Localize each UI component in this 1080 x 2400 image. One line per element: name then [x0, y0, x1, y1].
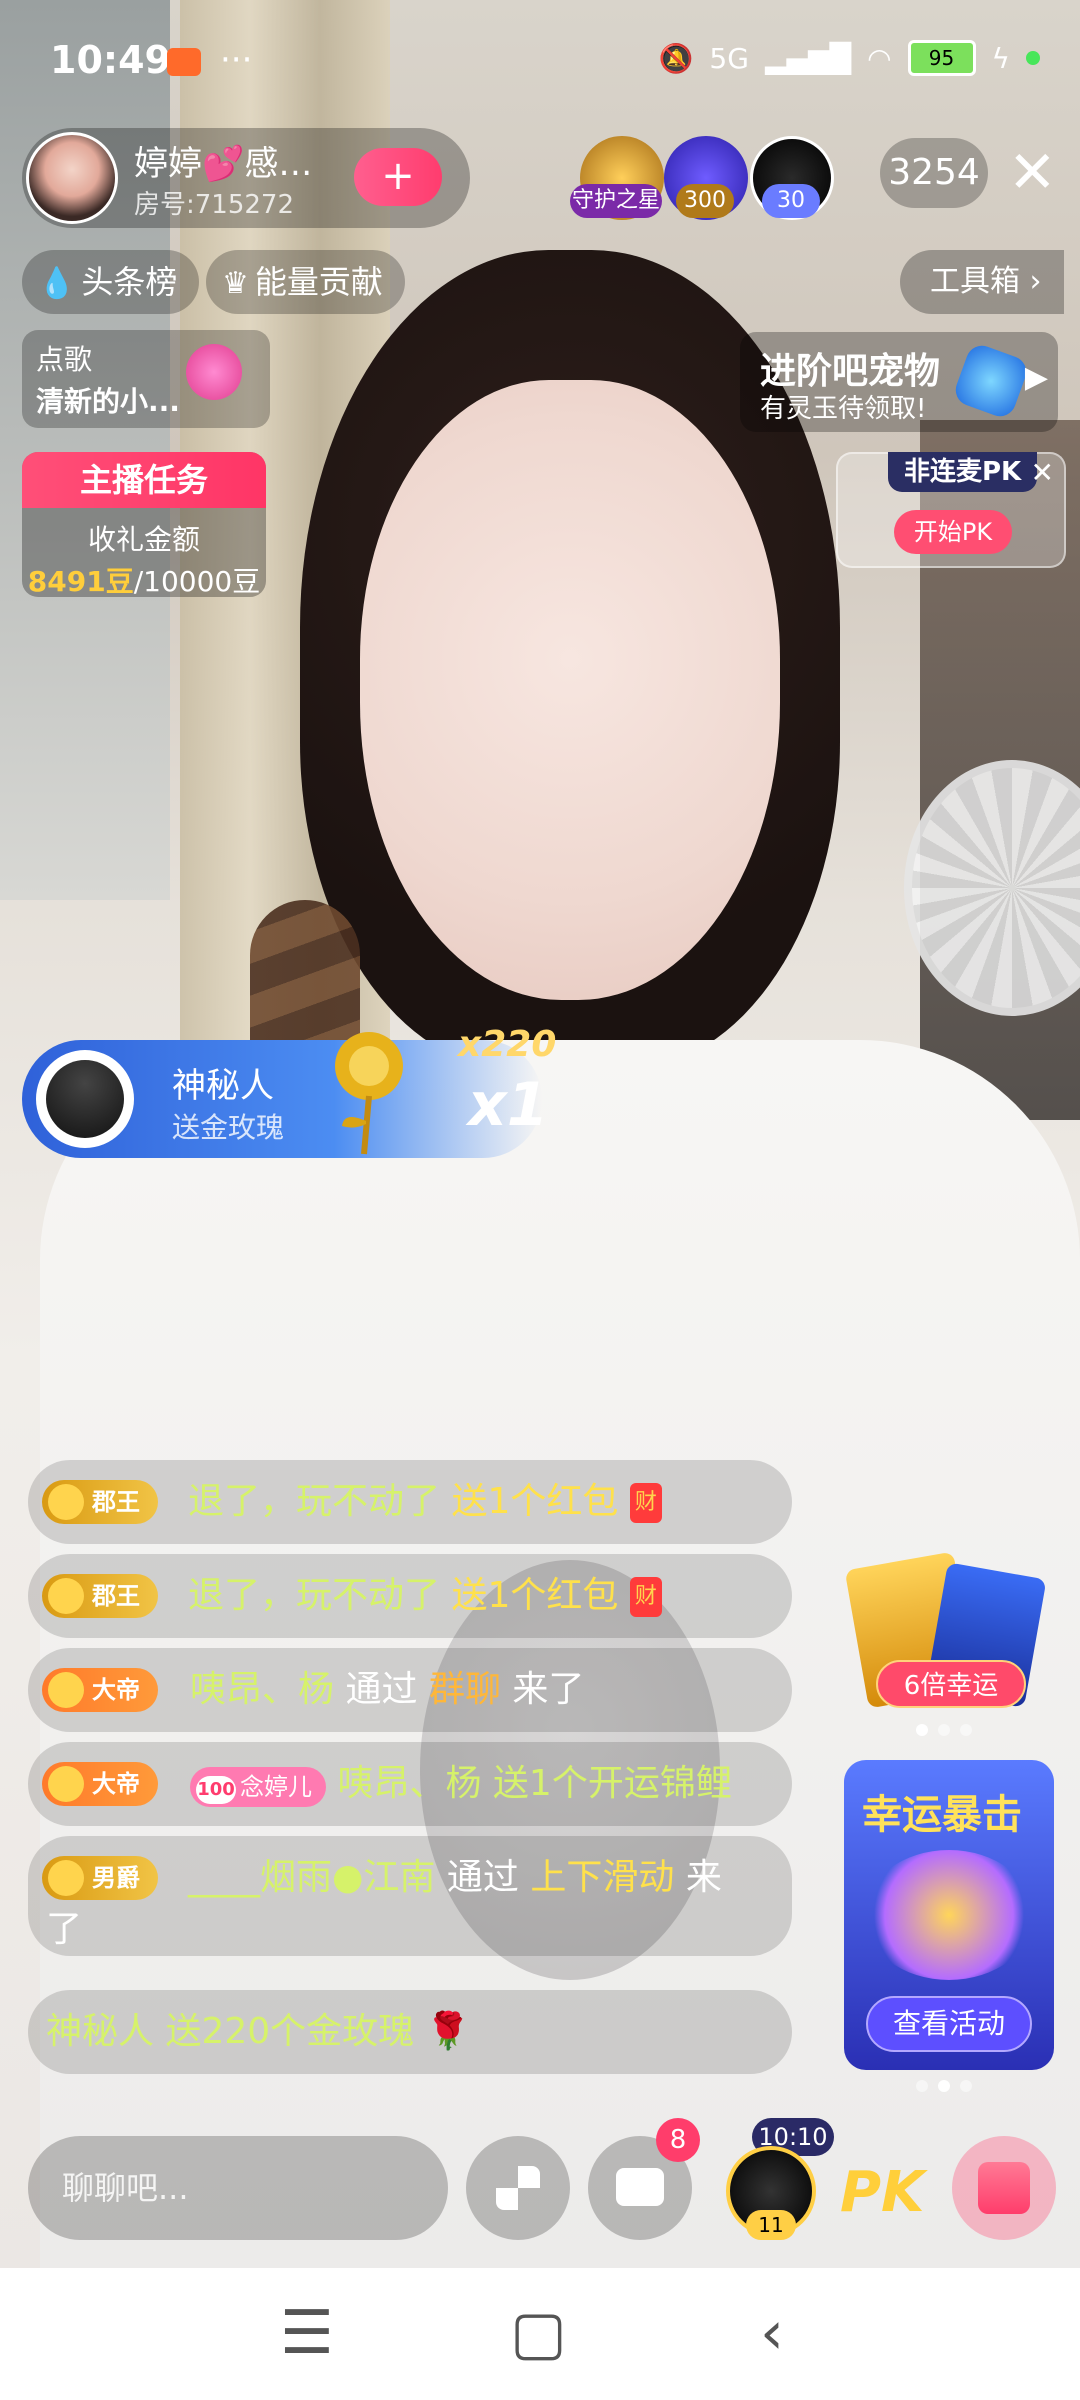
- event-promo-card[interactable]: 幸运暴击 查看活动: [844, 1760, 1054, 2070]
- rank-badge: 大帝: [42, 1668, 158, 1712]
- song-title: 清新的小...: [36, 385, 180, 418]
- back-icon[interactable]: ‹: [760, 2298, 784, 2368]
- red-packet-icon: 财: [629, 1483, 662, 1523]
- close-icon[interactable]: ✕: [1008, 142, 1057, 202]
- gold-rose-small-icon: 🌹: [425, 2011, 471, 2052]
- lucky-promo[interactable]: 6倍幸运: [844, 1551, 1056, 1710]
- host-name: 婷婷💕感…: [134, 144, 313, 184]
- event-title: 幸运暴击: [862, 1792, 1022, 1838]
- menu-icon[interactable]: ☰: [280, 2298, 334, 2368]
- status-bar: 10:49 ··· 🔕 5G ▂▄▆█ ◠ 95 ϟ: [0, 0, 1080, 120]
- host-task-card[interactable]: 主播任务 收礼金额 8491豆/10000豆: [22, 452, 266, 597]
- chat-text: 退了，玩不动了 送1个红包 财: [188, 1480, 662, 1524]
- chat-text: 退了，玩不动了 送1个红包 财: [188, 1574, 662, 1618]
- chat-message-6[interactable]: 神秘人 送220个金玫瑰 🌹: [28, 1990, 792, 2074]
- headline-rank-button[interactable]: 💧 头条榜: [22, 250, 200, 314]
- start-pk-button[interactable]: 开始PK: [894, 510, 1012, 554]
- view-event-button[interactable]: 查看活动: [866, 1996, 1032, 2052]
- chat-text-wrap: 了: [46, 1909, 83, 1950]
- gift-count: x1: [468, 1070, 549, 1140]
- message-icon: [616, 2168, 664, 2206]
- chat-message-4[interactable]: 大帝 100 念婷儿 咦昂、杨 送1个开运锦鲤: [28, 1742, 792, 1826]
- chat-message-5[interactable]: 男爵 ____烟雨●江南 通过 上下滑动 来 了: [28, 1836, 792, 1956]
- lucky-label: 6倍幸运: [876, 1660, 1026, 1708]
- gift-combo-count: x220: [458, 1024, 557, 1065]
- crown-icon: ♛: [222, 266, 249, 301]
- rank-badge: 男爵: [42, 1856, 158, 1900]
- task-target: /10000豆: [133, 565, 261, 597]
- gold-rose-icon: [335, 1032, 403, 1155]
- network-label: 5G: [709, 41, 749, 75]
- pet-promo-card[interactable]: 进阶吧宠物 有灵玉待领取! ▶: [740, 332, 1058, 432]
- energy-contribution-button[interactable]: ♛ 能量贡献: [206, 250, 405, 314]
- chat-message-2[interactable]: 郡王 退了，玩不动了 送1个红包 财: [28, 1554, 792, 1638]
- toolbox-button[interactable]: 工具箱 ›: [900, 250, 1064, 314]
- gift-sender-name: 神秘人: [172, 1066, 274, 1106]
- rank-badge: 大帝: [42, 1762, 158, 1806]
- more-grid-button[interactable]: [466, 2136, 570, 2240]
- lucky-page-dots: [916, 1724, 972, 1736]
- host-task-title: 主播任务: [22, 452, 266, 508]
- system-nav-bar: ☰ ▢ ‹: [0, 2268, 1080, 2400]
- chat-message-3[interactable]: 大帝 咦昂、杨 通过 群聊 来了: [28, 1648, 792, 1732]
- my-level: 11: [746, 2210, 796, 2240]
- online-count[interactable]: 3254: [880, 138, 988, 208]
- event-page-dots: [916, 2080, 972, 2092]
- gift-icon: [978, 2162, 1030, 2214]
- chat-input[interactable]: 聊聊吧...: [28, 2136, 448, 2240]
- chat-text: 咦昂、杨 通过 群聊 来了: [190, 1669, 585, 1710]
- fan-level-badge: 100 念婷儿: [190, 1767, 326, 1807]
- more-notifications-icon: ···: [220, 40, 253, 80]
- pet-promo-title: 进阶吧宠物: [760, 351, 941, 392]
- viewer-badge-3: 30: [762, 184, 820, 218]
- drop-icon: 💧: [38, 266, 76, 301]
- task-current: 8491豆: [27, 565, 134, 597]
- pk-button[interactable]: PK: [840, 2160, 924, 2225]
- gift-button[interactable]: [952, 2136, 1056, 2240]
- pk-card[interactable]: 非连麦PK ✕ 开始PK: [836, 452, 1066, 568]
- song-request-label: 点歌: [36, 343, 93, 376]
- pk-close-icon[interactable]: ✕: [1031, 456, 1054, 489]
- host-avatar[interactable]: [26, 132, 118, 224]
- pk-tag: 非连麦PK: [888, 452, 1038, 492]
- home-icon[interactable]: ▢: [510, 2298, 567, 2368]
- mute-icon: 🔕: [658, 41, 694, 75]
- signal-icon: ▂▄▆█: [764, 41, 852, 75]
- message-count-badge: 8: [656, 2118, 700, 2162]
- host-info[interactable]: 婷婷💕感… 房号:715272 +: [22, 128, 470, 228]
- gift-sender-avatar[interactable]: [36, 1050, 134, 1148]
- streamer-face: [360, 380, 780, 1000]
- chat-message-1[interactable]: 郡王 退了，玩不动了 送1个红包 财: [28, 1460, 792, 1544]
- play-arrow-icon: ▶: [1024, 360, 1048, 395]
- microphone-icon: [186, 344, 242, 400]
- red-packet-icon: 财: [629, 1577, 662, 1617]
- task-progress: 8491豆/10000豆: [22, 560, 266, 597]
- headline-rank-label: 头条榜: [81, 263, 178, 301]
- battery-icon: 95: [907, 40, 976, 76]
- follow-button[interactable]: +: [354, 148, 442, 206]
- pet-promo-subtitle: 有灵玉待领取!: [760, 394, 927, 424]
- chat-text: 神秘人 送220个金玫瑰 🌹: [46, 2011, 471, 2052]
- task-label: 收礼金额: [87, 523, 200, 556]
- grid-icon: [496, 2166, 540, 2210]
- status-icons: 🔕 5G ▂▄▆█ ◠ 95 ϟ: [659, 40, 1040, 76]
- rank-badge: 郡王: [42, 1574, 158, 1618]
- record-icon: [167, 48, 201, 76]
- treasure-art-icon: [864, 1850, 1034, 1980]
- status-time: 10:49: [50, 38, 171, 82]
- viewer-badge-1: 守护之星: [570, 184, 662, 218]
- battery-level: 95: [928, 46, 955, 70]
- chat-text: 100 念婷儿 咦昂、杨 送1个开运锦鲤: [190, 1762, 732, 1807]
- wifi-icon: ◠: [867, 41, 892, 75]
- viewer-badge-2: 300: [676, 184, 734, 218]
- rank-badge: 郡王: [42, 1480, 158, 1524]
- charging-icon: ϟ: [991, 41, 1010, 75]
- active-dot-icon: [1026, 51, 1040, 65]
- chat-text: ____烟雨●江南 通过 上下滑动 来: [188, 1857, 722, 1898]
- gift-action: 送金玫瑰: [172, 1111, 285, 1144]
- host-room-number: 房号:715272: [134, 190, 295, 220]
- jade-gem-icon: [951, 341, 1031, 421]
- energy-contribution-label: 能量贡献: [254, 263, 383, 301]
